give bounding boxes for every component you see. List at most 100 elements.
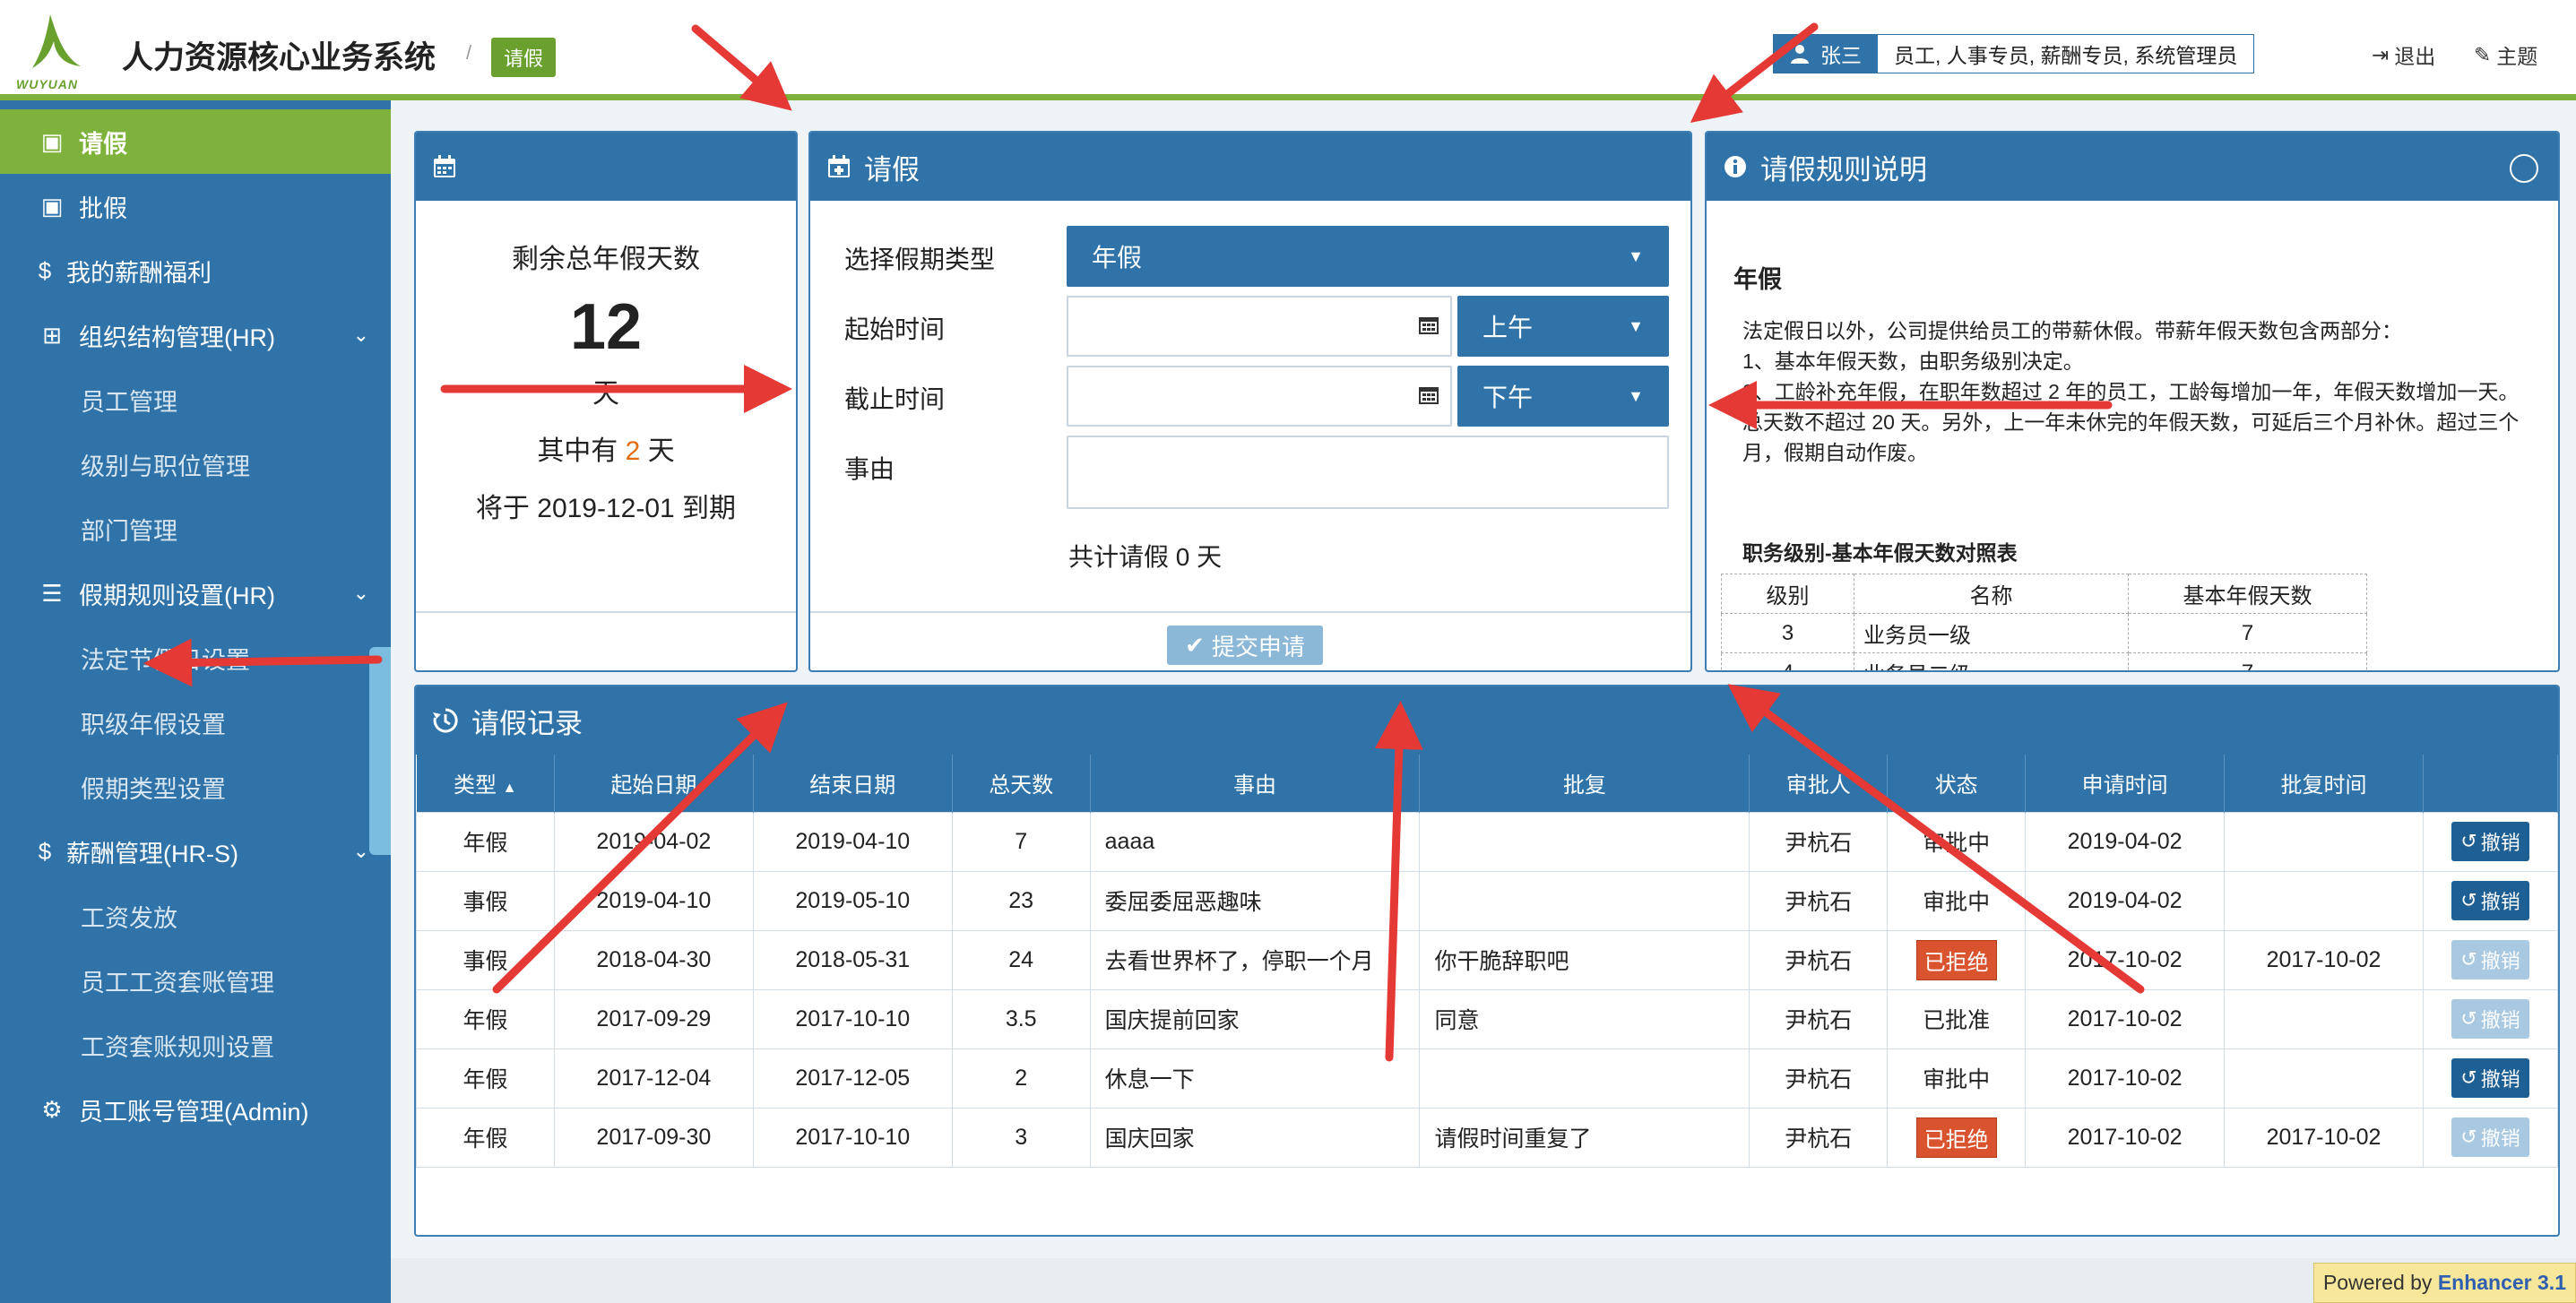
sidebar-item-approve-leave[interactable]: ▣ 批假 [0,174,391,238]
cancel-button[interactable]: ↺ 撤销 [2451,1117,2529,1157]
leave-form-title: 请假 [864,153,920,186]
top-header: WUYUAN 人力资源核心业务系统 / 请假 张三 员工, 人事专员, 薪酬专员… [0,0,2576,100]
column-header-label: 类型 [453,773,497,798]
table-row: 事假 2018-04-30 2018-05-31 24 去看世界杯了，停职一个月 你干脆辞… [416,929,2558,990]
leave-rules-panel-header: 请假规则说明 [1707,133,2558,201]
powered-by-badge[interactable]: Powered by Enhancer 3.1 [2312,1263,2576,1303]
cell-days: 2 [951,1048,1091,1109]
leave-records-panel: 请假记录 类型 ▲ 起始日期 结束日期 总天数 事由 批复 审批人 状态 申请时… [414,685,2560,1237]
calendar-icon[interactable] [1418,314,1439,335]
sidebar-item-holidays[interactable]: 法定节假日设置 [0,626,391,690]
calendar-plus-icon: ▣ [40,127,64,155]
reason-textarea[interactable] [1067,436,1669,509]
sidebar-item-salary-accounts[interactable]: 员工工资套账管理 [0,948,391,1013]
sidebar-item-leave[interactable]: ▣ 请假 [0,109,391,174]
column-header-days: 总天数 [952,755,1091,812]
end-period-select[interactable]: 下午 ▼ [1457,366,1669,427]
sidebar-item-level-position[interactable]: 级别与职位管理 [0,432,391,496]
start-period-select[interactable]: 上午 ▼ [1457,296,1669,357]
cancel-label: 撤销 [2480,832,2520,854]
table-header: 级别 [1721,574,1854,614]
submit-button[interactable]: ✔ 提交申请 [1167,626,1323,665]
leave-form-panel-header: 请假 [810,133,1690,201]
cancel-button[interactable]: ↺ 撤销 [2451,1058,2529,1098]
brush-icon: ✎ [2474,42,2492,66]
cell-start: 2019-04-10 [553,870,754,931]
table-header: 名称 [1854,574,2129,614]
column-header-reason: 事由 [1090,755,1421,812]
chevron-down-icon: ⌄ [352,840,369,862]
undo-icon: ↺ [2460,948,2477,971]
sidebar-collapse-handle[interactable] [369,647,391,855]
table-row: 年假 2019-04-02 2019-04-10 7 aaaa 尹杭石 审批中 2019-04… [416,811,2558,872]
cell-reply: 你干脆辞职吧 [1419,929,1750,990]
sidebar-item-level-annual[interactable]: 职级年假设置 [0,690,391,755]
theme-link[interactable]: ✎ 主题 [2474,39,2537,70]
theme-label: 主题 [2496,45,2538,68]
column-header-type[interactable]: 类型 ▲ [416,755,555,812]
leave-records-title: 请假记录 [471,707,583,739]
cell-status: 已批准 [1887,988,2027,1049]
leave-form-panel: 请假 选择假期类型 年假 ▼ 起始时间 上午 ▼ 截止时间 下午 ▼ 事由 共计请假 … [808,131,1692,672]
start-period-value: 上午 [1482,314,1534,341]
cancel-button[interactable]: ↺ 撤销 [2451,999,2529,1039]
cancel-label: 撤销 [2480,950,2520,972]
cell-reply: 请假时间重复了 [1419,1107,1750,1168]
sidebar-item-salary-rules[interactable]: 工资套账规则设置 [0,1013,391,1077]
cell-start: 2017-12-04 [553,1048,754,1109]
column-header-end: 结束日期 [753,755,953,812]
sidebar-item-payroll[interactable]: 工资发放 [0,884,391,948]
user-name-badge[interactable]: 张三 [1774,35,1878,73]
leave-type-value: 年假 [1092,244,1143,272]
sidebar-item-my-salary[interactable]: $ 我的薪酬福利 [0,238,391,303]
breadcrumb-current[interactable]: 请假 [491,38,557,77]
end-period-value: 下午 [1482,384,1534,411]
calendar-icon[interactable] [1418,384,1439,405]
cancel-button[interactable]: ↺ 撤销 [2451,940,2529,979]
cell-status: 审批中 [1887,811,2027,872]
cell-reply [1419,1048,1750,1109]
end-time-label: 截止时间 [844,385,946,413]
logout-label: 退出 [2394,45,2436,68]
sidebar-item-org-structure[interactable]: ⊞ 组织结构管理(HR) ⌄ [0,303,391,367]
chevron-down-icon: ⌄ [352,324,369,346]
logout-link[interactable]: ⇥ 退出 [2372,39,2435,70]
user-info[interactable]: 张三 员工, 人事专员, 薪酬专员, 系统管理员 [1773,34,2255,73]
sidebar-item-label: 级别与职位管理 [81,453,250,480]
sort-icon: ▲ [502,781,517,797]
caret-down-icon: ▼ [1628,316,1644,335]
cell-end: 2017-12-05 [752,1048,953,1109]
submit-label: 提交申请 [1211,633,1305,660]
sidebar-item-salary-mgmt[interactable]: $ 薪酬管理(HR-S) ⌄ [0,819,391,884]
table-row: 年假 2017-12-04 2017-12-05 2 休息一下 尹杭石 审批中 2017-10… [416,1048,2558,1109]
cell-end: 2017-10-10 [752,988,953,1049]
leave-form-footer: ✔ 提交申请 [810,611,1690,670]
sidebar-item-label: 员工工资套账管理 [81,969,274,997]
fullscreen-icon[interactable] [2510,154,2538,183]
sidebar-item-account-admin[interactable]: ⚙ 员工账号管理(Admin) [0,1077,391,1142]
cell-type: 年假 [416,811,555,872]
cell-replied [2224,870,2424,931]
history-icon [433,708,458,733]
cell-applied: 2017-10-02 [2025,988,2226,1049]
table-row: 3 业务员一级 7 [1721,613,2367,653]
sidebar-item-employee-mgmt[interactable]: 员工管理 [0,367,391,432]
cell-actions: ↺ 撤销 [2422,870,2558,931]
cancel-button[interactable]: ↺ 撤销 [2451,822,2529,861]
remaining-annual-unit: 天 [592,379,619,409]
cell-reply: 同意 [1419,988,1750,1049]
cell-approver: 尹杭石 [1749,811,1889,872]
cell-reason: 休息一下 [1089,1048,1421,1109]
sidebar-item-department[interactable]: 部门管理 [0,496,391,561]
cell-days: 3 [951,1107,1091,1168]
sidebar-item-leave-types[interactable]: 假期类型设置 [0,755,391,819]
cancel-button[interactable]: ↺ 撤销 [2451,881,2529,920]
undo-icon: ↺ [2460,830,2477,852]
cell-replied [2224,811,2424,872]
rule-line: 法定假日以外，公司提供给员工的带薪休假。带薪年假天数包含两部分： [1742,319,2402,342]
end-date-input[interactable] [1067,366,1452,427]
leave-type-select[interactable]: 年假 ▼ [1067,226,1669,287]
sidebar-item-leave-rules[interactable]: ☰ 假期规则设置(HR) ⌄ [0,561,391,626]
annual-leave-panel-footer [416,611,796,670]
start-date-input[interactable] [1067,296,1452,357]
